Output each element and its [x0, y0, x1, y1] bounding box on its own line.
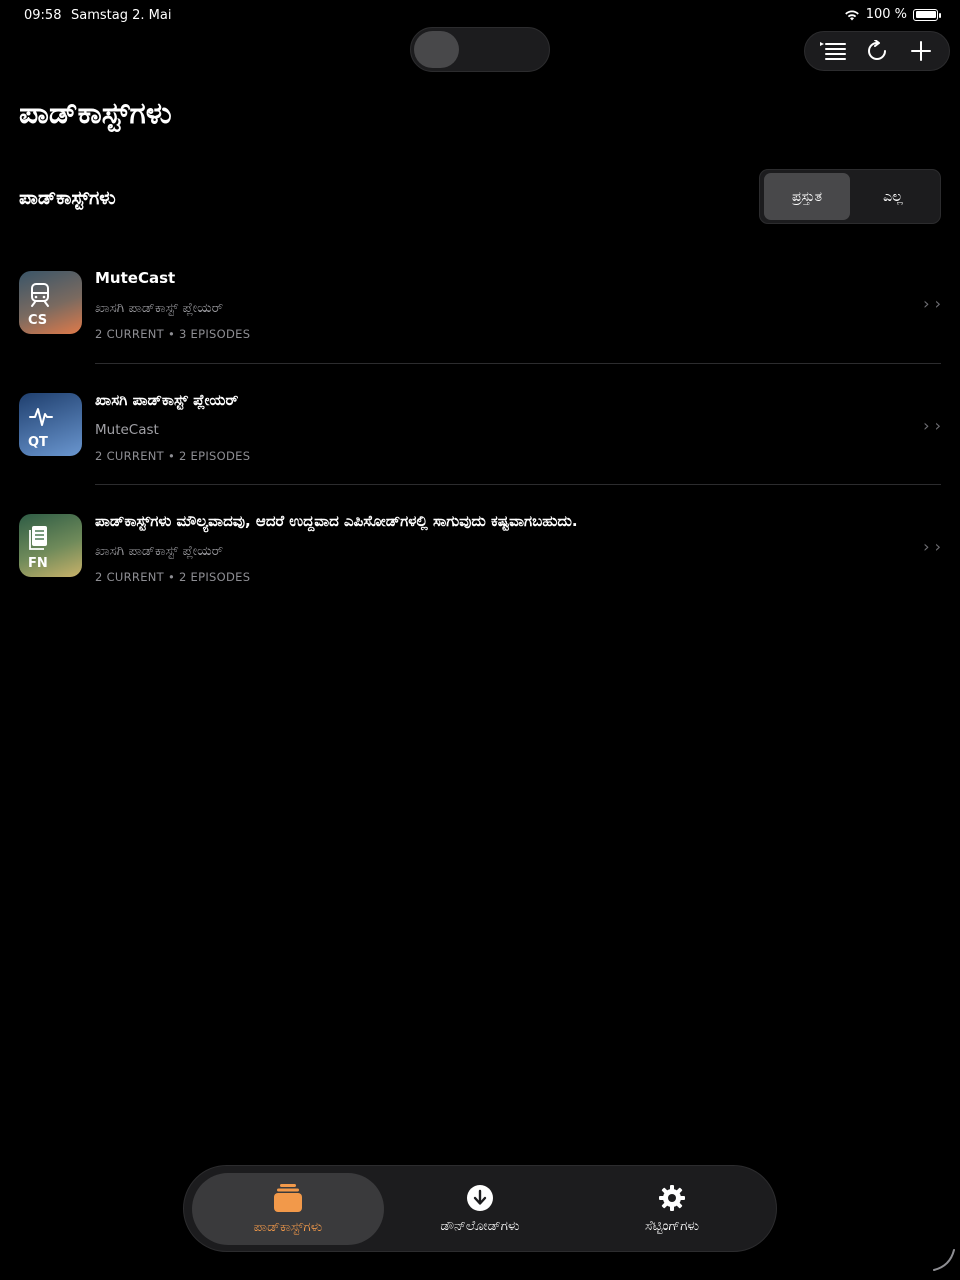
list-button[interactable] — [815, 33, 851, 69]
podcast-row[interactable]: FN ಪಾಡ್‌ಕಾಸ್ಟ್‌ಗಳು ಮೌಲ್ಯವಾದವು, ಆದರೆ ಉದ್ದ… — [19, 485, 941, 607]
segment-all[interactable]: ಎಲ್ಲ — [850, 173, 936, 220]
plus-icon — [911, 41, 931, 61]
page-title: ಪಾಡ್‌ಕಾಸ್ಟ್‌ಗಳು — [19, 96, 172, 131]
battery-percent: 100 % — [865, 7, 907, 22]
train-icon — [31, 283, 49, 307]
podcast-list: CS MuteCast ಖಾಸಗಿ ಪಾಡ್‌ಕಾಸ್ಟ್ ಪ್ಲೇಯರ್ 2 … — [19, 242, 941, 607]
tab-label: ಪಾಡ್‌ಕಾಸ್ಟ್‌ಗಳು — [253, 1218, 323, 1235]
podcast-meta: 2 CURRENT • 2 EPISODES — [95, 448, 251, 463]
refresh-icon — [868, 40, 886, 60]
list-icon — [820, 42, 846, 60]
section-title: ಪಾಡ್‌ಕಾಸ್ಟ್‌ಗಳು — [19, 187, 116, 209]
podcast-meta: 2 CURRENT • 3 EPISODES — [95, 327, 251, 341]
toolbar — [804, 31, 950, 71]
pulse-icon — [29, 407, 53, 426]
tab-podcasts[interactable]: ಪಾಡ್‌ಕಾಸ್ಟ್‌ಗಳು — [192, 1172, 384, 1245]
status-date: Samstag 2. Mai — [71, 8, 172, 23]
podcast-meta: 2 CURRENT • 2 EPISODES — [95, 570, 251, 584]
status-right: 100 % — [844, 7, 941, 22]
chevron-right-icon: › › — [923, 537, 941, 556]
podcast-abbr: FN — [28, 556, 48, 571]
podcast-title: ಪಾಡ್‌ಕಾಸ್ಟ್‌ಗಳು ಮೌಲ್ಯವಾದವು, ಆದರೆ ಉದ್ದವಾದ… — [95, 512, 578, 530]
podcast-title: ಖಾಸಗಿ ಪಾಡ್‌ಕಾಸ್ಟ್ ಪ್ಲೇಯರ್ — [95, 390, 239, 409]
stack-icon — [274, 1183, 302, 1212]
wifi-icon — [844, 9, 859, 20]
podcast-subtitle: ಖಾಸಗಿ ಪಾಡ್‌ಕಾಸ್ಟ್ ಪ್ಲೇಯರ್ — [95, 300, 224, 316]
download-icon — [467, 1184, 493, 1211]
podcast-row[interactable]: CS MuteCast ಖಾಸಗಿ ಪಾಡ್‌ಕಾಸ್ಟ್ ಪ್ಲೇಯರ್ 2 … — [19, 242, 941, 364]
refresh-button[interactable] — [859, 33, 895, 69]
segment-current[interactable]: ಪ್ರಸ್ತುತ — [764, 173, 850, 220]
add-button[interactable] — [903, 33, 939, 69]
tab-label: ಸೆಟ್ಟಿಂಗ್‌ಗಳು — [644, 1217, 700, 1234]
tab-bar: ಪಾಡ್‌ಕಾಸ್ಟ್‌ಗಳು ಡೌನ್‌ಲೋಡ್‌ಗಳು ಸೆಟ್ಟಿಂಗ್‌… — [183, 1165, 777, 1252]
toggle-knob — [414, 31, 459, 68]
tab-settings[interactable]: ಸೆಟ್ಟಿಂಗ್‌ಗಳು — [576, 1173, 768, 1245]
sidebar-toggle[interactable] — [410, 27, 550, 72]
status-time: 09:58 — [24, 8, 62, 23]
podcast-title: MuteCast — [95, 269, 176, 287]
filter-segmented-control: ಪ್ರಸ್ತುತ ಎಲ್ಲ — [759, 169, 941, 224]
podcast-artwork: QT — [19, 392, 82, 456]
podcast-subtitle: ಖಾಸಗಿ ಪಾಡ್‌ಕಾಸ್ಟ್ ಪ್ಲೇಯರ್ — [95, 543, 224, 559]
podcast-abbr: CS — [28, 313, 48, 328]
podcast-artwork: FN — [19, 514, 82, 577]
tab-downloads[interactable]: ಡೌನ್‌ಲೋಡ್‌ಗಳು — [384, 1173, 576, 1245]
tab-label: ಡೌನ್‌ಲೋಡ್‌ಗಳು — [440, 1217, 520, 1234]
podcast-row[interactable]: QT ಖಾಸಗಿ ಪಾಡ್‌ಕಾಸ್ಟ್ ಪ್ಲೇಯರ್ MuteCast 2 … — [19, 364, 941, 485]
gear-icon — [659, 1184, 685, 1211]
battery-icon — [913, 8, 941, 21]
resize-handle-icon — [933, 1249, 955, 1271]
document-icon — [29, 526, 47, 550]
podcast-abbr: QT — [28, 434, 48, 450]
status-bar: 09:58 Samstag 2. Mai 100 % — [0, 0, 960, 30]
podcast-artwork: CS — [19, 271, 82, 334]
podcast-subtitle: MuteCast — [95, 421, 159, 438]
chevron-right-icon: › › — [923, 294, 941, 313]
chevron-right-icon: › › — [923, 415, 941, 435]
